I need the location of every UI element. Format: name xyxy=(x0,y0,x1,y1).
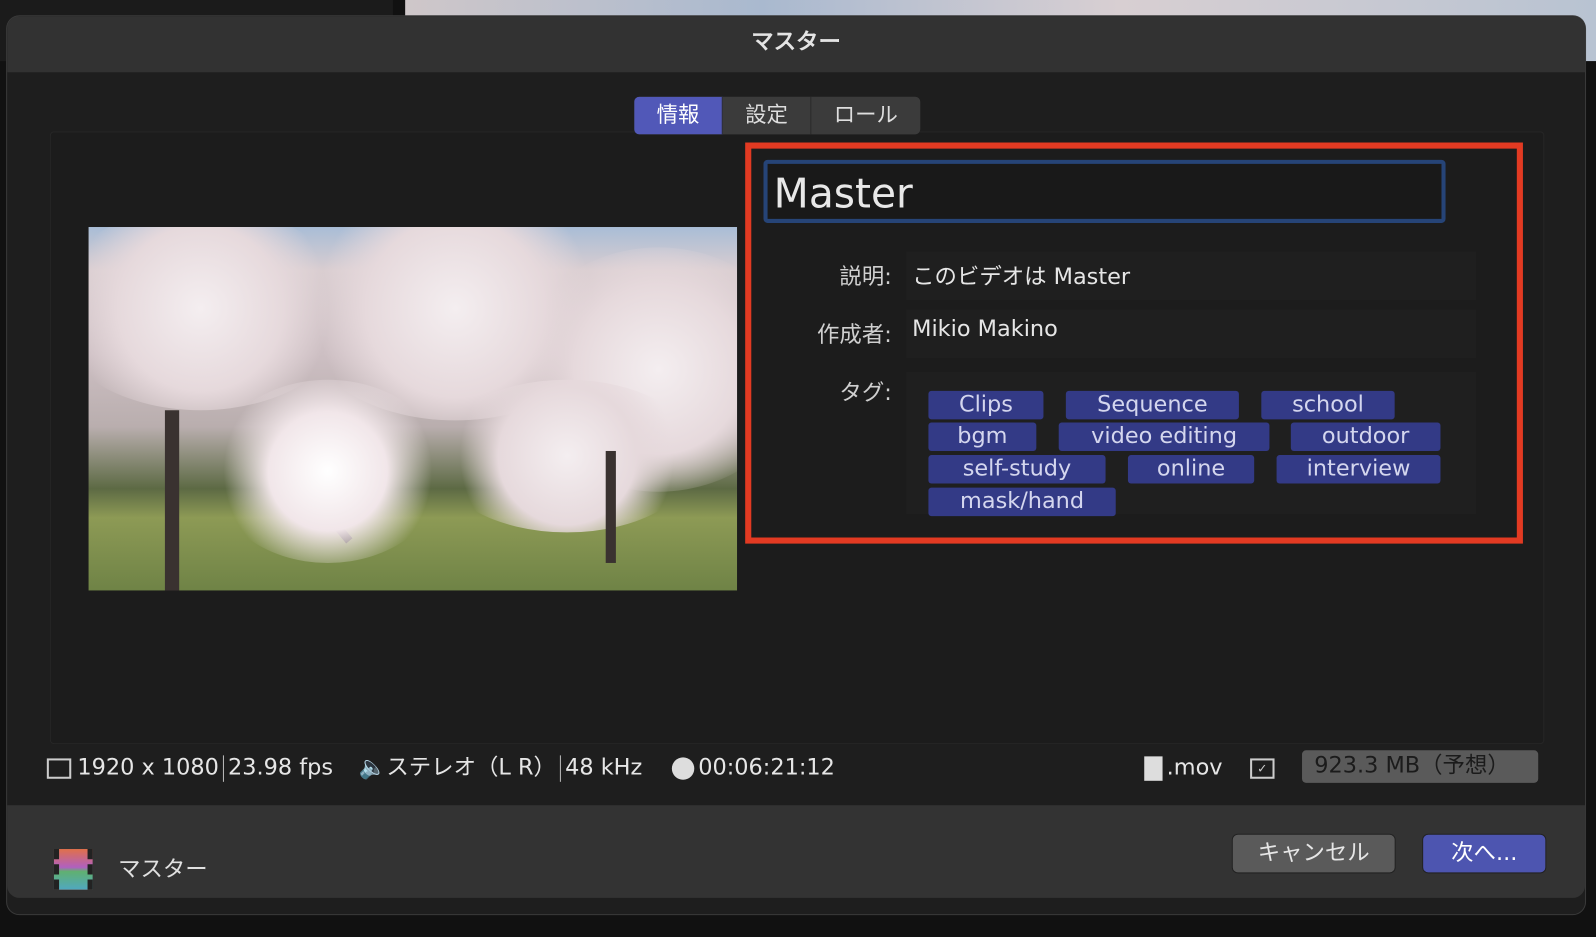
tab-roles[interactable]: ロール xyxy=(811,97,920,135)
tag[interactable]: interview xyxy=(1276,455,1441,484)
tag[interactable]: mask/hand xyxy=(928,487,1116,517)
display-check-icon: ✓ xyxy=(1250,758,1275,779)
duration: 00:06:21:12 xyxy=(698,755,835,781)
estimated-size: 923.3 MB（予想） xyxy=(1302,750,1539,783)
tag[interactable]: outdoor xyxy=(1290,422,1441,451)
speaker-icon: 🔈 xyxy=(358,755,387,781)
file-info: .mov ✓ xyxy=(1144,753,1275,784)
file-icon xyxy=(1144,756,1163,781)
name-field[interactable]: Master xyxy=(763,159,1446,223)
tag[interactable]: online xyxy=(1127,455,1255,484)
tab-info[interactable]: 情報 xyxy=(634,96,723,135)
cancel-button[interactable]: キャンセル xyxy=(1231,833,1396,874)
tab-settings[interactable]: 設定 xyxy=(723,96,812,135)
description-field[interactable]: このビデオは Master xyxy=(912,259,1130,292)
creator-label: 作成者: xyxy=(817,322,892,349)
resolution: 1920 x 1080 xyxy=(77,755,219,781)
clock-icon xyxy=(671,757,695,780)
audio-channels: ステレオ（L R） xyxy=(386,755,556,781)
tag[interactable]: self-study xyxy=(928,455,1106,484)
file-extension: .mov xyxy=(1166,755,1223,781)
tag[interactable]: video editing xyxy=(1058,422,1270,451)
project-name: マスター xyxy=(118,857,208,883)
frame-rate: 23.98 fps xyxy=(228,755,334,781)
frame-size-icon xyxy=(46,758,72,779)
sample-rate: 48 kHz xyxy=(565,755,643,781)
tag[interactable]: Sequence xyxy=(1065,390,1239,420)
tag[interactable]: school xyxy=(1261,390,1395,420)
project-film-icon xyxy=(53,849,93,890)
format-info: 1920 x 1080 23.98 fps 🔈ステレオ（L R） 48 kHz 00… xyxy=(46,753,835,784)
creator-field[interactable]: Mikio Makino xyxy=(912,317,1058,342)
video-thumbnail xyxy=(88,227,738,591)
dialog-title: マスター xyxy=(7,16,1586,73)
tag[interactable]: bgm xyxy=(928,422,1037,451)
description-label: 説明: xyxy=(839,264,892,291)
tab-bar: 情報 設定 ロール xyxy=(634,96,921,135)
tags-label: タグ: xyxy=(839,380,892,407)
tag[interactable]: Clips xyxy=(928,390,1044,420)
next-button[interactable]: 次へ... xyxy=(1422,833,1547,874)
